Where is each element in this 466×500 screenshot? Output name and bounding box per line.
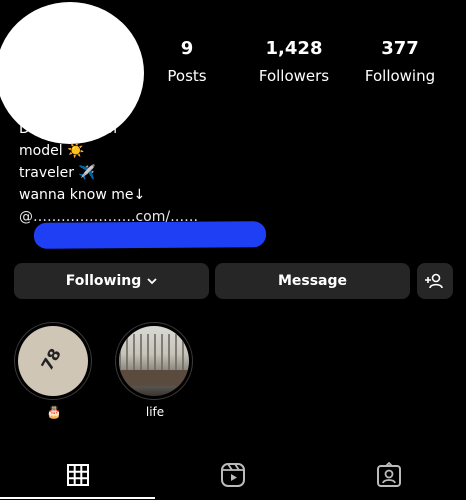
- tagged-icon: [376, 462, 402, 488]
- bio-line: model ☀️: [19, 143, 85, 159]
- reels-tab[interactable]: [218, 460, 248, 490]
- highlight-cover: 78: [18, 326, 88, 396]
- posts-count: 9: [180, 38, 194, 59]
- chevron-down-icon: [147, 277, 157, 285]
- highlight-caption: life: [145, 405, 165, 419]
- following-button-label: Following: [65, 273, 142, 289]
- message-button-label: Message: [277, 273, 348, 289]
- followers-label: Followers: [258, 67, 330, 85]
- following-stat[interactable]: 377 Following: [360, 38, 440, 86]
- following-button[interactable]: Following: [14, 263, 209, 299]
- highlight-item[interactable]: 78 🎂: [14, 322, 94, 420]
- profile-tabs: [0, 448, 466, 500]
- bio-line: traveler ✈️: [19, 165, 96, 181]
- table-image: [119, 370, 189, 386]
- add-person-button[interactable]: [417, 263, 453, 299]
- posts-stat[interactable]: 9 Posts: [160, 38, 214, 86]
- forest-image: [119, 334, 189, 374]
- posts-label: Posts: [167, 67, 207, 85]
- grid-icon: [66, 463, 90, 487]
- tagged-tab[interactable]: [374, 460, 404, 490]
- following-label: Following: [364, 67, 436, 85]
- profile-bio: Digital creator model ☀️ traveler ✈️ wan…: [19, 118, 198, 228]
- bio-category: Digital creator: [19, 121, 120, 137]
- followers-count: 1,428: [265, 38, 323, 59]
- add-person-icon: [425, 273, 445, 289]
- highlight-ring: [115, 322, 193, 400]
- highlight-caption: 🎂: [46, 405, 62, 419]
- highlight-cover: [119, 326, 189, 396]
- highlight-item[interactable]: life: [115, 322, 195, 420]
- redaction-mark: [33, 221, 267, 249]
- reels-icon: [220, 462, 246, 488]
- highlight-ring: 78: [14, 322, 92, 400]
- highlight-cover-text: 78: [37, 345, 65, 374]
- message-button[interactable]: Message: [215, 263, 410, 299]
- bio-line: wanna know me↓: [19, 187, 146, 203]
- followers-stat[interactable]: 1,428 Followers: [254, 38, 334, 86]
- grid-tab[interactable]: [63, 460, 93, 490]
- following-count: 377: [381, 38, 419, 59]
- active-tab-indicator: [0, 497, 155, 499]
- profile-screen: 9 Posts 1,428 Followers 377 Following Di…: [0, 0, 466, 500]
